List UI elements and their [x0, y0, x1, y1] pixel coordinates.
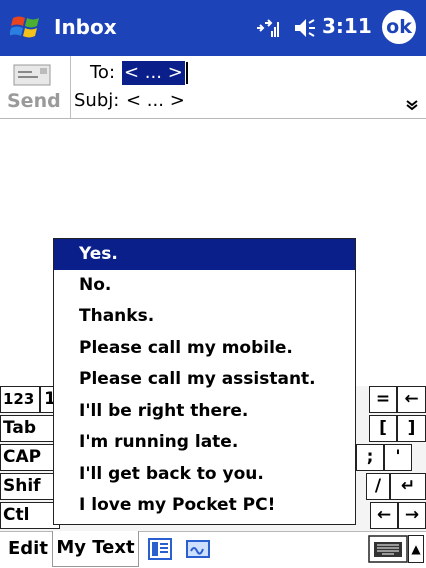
menu-bar: Edit My Text ▲	[0, 531, 426, 568]
menu-item-call-mobile[interactable]: Please call my mobile.	[54, 333, 355, 364]
menu-item-call-assistant[interactable]: Please call my assistant.	[54, 364, 355, 395]
key-enter[interactable]: ↵	[390, 473, 426, 500]
header-divider	[70, 56, 71, 118]
key-quote[interactable]: '	[384, 444, 412, 471]
volume-icon[interactable]	[292, 15, 318, 41]
menu-item-yes[interactable]: Yes.	[54, 239, 355, 270]
key-ctrl[interactable]: Ctl	[0, 502, 60, 529]
input-selector-arrow[interactable]: ▲	[408, 535, 424, 563]
key-tab[interactable]: Tab	[0, 415, 60, 442]
connectivity-icon[interactable]	[255, 15, 281, 41]
key-semicolon[interactable]: ;	[356, 444, 384, 471]
envelope-icon	[13, 64, 51, 86]
signature-icon[interactable]	[186, 540, 210, 558]
key-shift[interactable]: Shif	[0, 473, 60, 500]
subject-label: Subj:	[74, 90, 120, 111]
title-bar: Inbox 3:11 ok	[0, 0, 426, 56]
text-caret	[186, 62, 188, 84]
key-123[interactable]: 123	[0, 386, 40, 413]
menu-item-no[interactable]: No.	[54, 270, 355, 301]
expand-header-icon[interactable]	[405, 96, 419, 115]
ok-button[interactable]: ok	[382, 10, 416, 44]
key-arrow-left[interactable]: ←	[370, 502, 398, 529]
to-label: To:	[90, 62, 116, 83]
send-button[interactable]: Send	[7, 90, 61, 112]
my-text-menu: Yes. No. Thanks. Please call my mobile. …	[53, 238, 356, 525]
key-slash[interactable]: /	[366, 473, 390, 500]
key-right-bracket[interactable]: ]	[397, 415, 426, 442]
menu-item-love-pocket-pc[interactable]: I love my Pocket PC!	[54, 490, 355, 521]
edit-menu[interactable]: Edit	[8, 538, 48, 559]
key-equals[interactable]: =	[369, 386, 397, 413]
menu-item-right-there[interactable]: I'll be right there.	[54, 396, 355, 427]
my-text-menu-button[interactable]: My Text	[52, 531, 139, 567]
app-title: Inbox	[54, 15, 117, 39]
templates-icon[interactable]	[148, 538, 172, 560]
keyboard-icon[interactable]	[368, 535, 408, 563]
key-caps[interactable]: CAP	[0, 444, 60, 471]
subject-field[interactable]: < ... >	[126, 90, 185, 111]
message-header: Send To: < ... > Subj: < ... >	[0, 56, 426, 119]
key-arrow-right[interactable]: →	[398, 502, 426, 529]
clock[interactable]: 3:11	[322, 14, 372, 38]
menu-item-running-late[interactable]: I'm running late.	[54, 427, 355, 458]
key-left-bracket[interactable]: [	[369, 415, 397, 442]
windows-logo-icon[interactable]	[10, 12, 44, 44]
menu-item-get-back[interactable]: I'll get back to you.	[54, 459, 355, 490]
to-field[interactable]: < ... >	[122, 61, 185, 85]
key-backspace[interactable]: ←	[397, 386, 426, 413]
menu-item-thanks[interactable]: Thanks.	[54, 301, 355, 332]
